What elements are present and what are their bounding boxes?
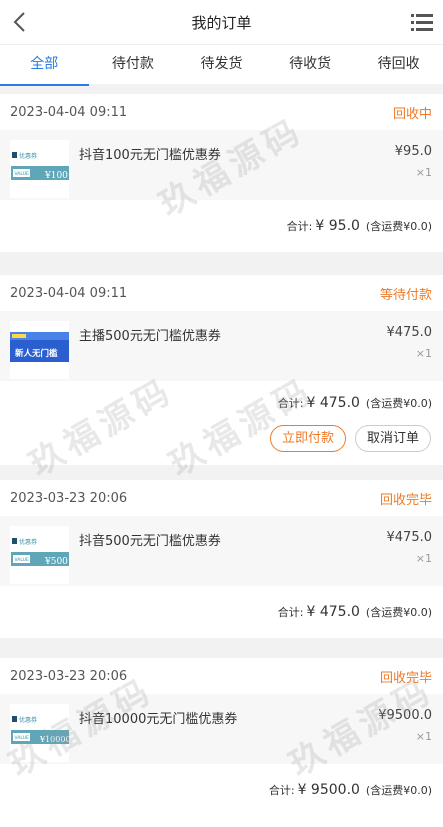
order-total: 合计: ¥ 95.0 (含运费¥0.0) xyxy=(0,200,443,252)
voucher-amount: ¥10000 xyxy=(39,735,69,744)
tab-pending-shipment[interactable]: 待发货 xyxy=(177,45,266,84)
product-name: 抖音500元无门槛优惠券 xyxy=(79,534,221,549)
order-status: 等待付款 xyxy=(379,287,432,303)
total-label: 合计: xyxy=(268,784,295,797)
product-thumbnail: 优惠券 VALUE ¥100 xyxy=(10,140,69,198)
order-header: 2023-04-04 09:11 等待付款 xyxy=(0,275,443,311)
total-label: 合计: xyxy=(277,606,304,619)
order-status: 回收完毕 xyxy=(379,670,432,686)
product-thumbnail: 优惠券 VALUE ¥500 xyxy=(10,526,69,584)
order-date: 2023-04-04 09:11 xyxy=(10,104,128,120)
order-item[interactable]: 新人无门槛 主播500元无门槛优惠券 ¥475.0 ×1 xyxy=(0,311,443,381)
tab-all[interactable]: 全部 xyxy=(0,45,89,86)
order-status: 回收完毕 xyxy=(379,492,432,508)
total-label: 合计: xyxy=(277,397,304,410)
product-quantity: ×1 xyxy=(415,166,432,179)
product-price: ¥475.0 xyxy=(386,530,433,545)
shipping-note: (含运费¥0.0) xyxy=(365,220,432,233)
order-card[interactable]: 2023-03-23 20:06 回收完毕 优惠券 VALUE ¥500 抖音5… xyxy=(0,480,443,638)
order-total: 合计: ¥ 475.0 (含运费¥0.0) xyxy=(0,586,443,638)
voucher-value-tag: VALUE xyxy=(15,557,29,563)
voucher-brand: 优惠券 xyxy=(19,152,37,160)
order-date: 2023-03-23 20:06 xyxy=(10,490,128,506)
order-actions: 立即付款 取消订单 xyxy=(0,425,443,465)
page-title: 我的订单 xyxy=(191,13,252,32)
product-quantity: ×1 xyxy=(415,552,432,565)
tab-pending-recycle[interactable]: 待回收 xyxy=(354,45,443,84)
order-card[interactable]: 2023-04-04 09:11 回收中 优惠券 VALUE ¥100 抖音10… xyxy=(0,94,443,252)
order-status: 回收中 xyxy=(392,106,432,122)
total-amount: ¥ 9500.0 xyxy=(297,782,360,798)
voucher-amount: ¥500 xyxy=(44,557,68,567)
pay-now-button[interactable]: 立即付款 xyxy=(269,425,346,452)
order-card[interactable]: 2023-04-04 09:11 等待付款 新人无门槛 主播500元无门槛优惠券… xyxy=(0,275,443,465)
shipping-note: (含运费¥0.0) xyxy=(365,397,432,410)
back-icon[interactable] xyxy=(6,8,32,36)
order-date: 2023-03-23 20:06 xyxy=(10,668,128,684)
tab-pending-payment[interactable]: 待付款 xyxy=(89,45,178,84)
product-name: 抖音100元无门槛优惠券 xyxy=(79,148,221,163)
product-thumbnail: 优惠券 VALUE ¥10000 xyxy=(10,704,71,762)
order-total: 合计: ¥ 9500.0 (含运费¥0.0) xyxy=(0,764,443,816)
tab-pending-receipt[interactable]: 待收货 xyxy=(266,45,355,84)
product-quantity: ×1 xyxy=(415,730,432,743)
voucher-value-tag: VALUE xyxy=(15,171,29,177)
order-item[interactable]: 优惠券 VALUE ¥100 抖音100元无门槛优惠券 ¥95.0 ×1 xyxy=(0,130,443,200)
top-bar: 我的订单 xyxy=(0,0,443,44)
voucher-brand: 优惠券 xyxy=(19,538,37,546)
product-name: 抖音10000元无门槛优惠券 xyxy=(79,712,238,727)
order-header: 2023-03-23 20:06 回收完毕 xyxy=(0,480,443,516)
total-amount: ¥ 95.0 xyxy=(315,218,360,234)
voucher-brand: 优惠券 xyxy=(19,716,37,724)
cancel-order-button[interactable]: 取消订单 xyxy=(354,425,431,452)
total-amount: ¥ 475.0 xyxy=(306,395,360,411)
total-label: 合计: xyxy=(286,220,313,233)
shipping-note: (含运费¥0.0) xyxy=(365,606,432,619)
product-price: ¥95.0 xyxy=(394,144,432,159)
voucher-title: 新人无门槛 xyxy=(15,348,58,359)
order-date: 2023-04-04 09:11 xyxy=(10,285,128,301)
order-header: 2023-03-23 20:06 回收完毕 xyxy=(0,658,443,694)
order-header: 2023-04-04 09:11 回收中 xyxy=(0,94,443,130)
menu-icon[interactable] xyxy=(411,12,433,32)
total-amount: ¥ 475.0 xyxy=(306,604,360,620)
product-price: ¥475.0 xyxy=(386,325,433,340)
order-tabs: 全部 待付款 待发货 待收货 待回收 xyxy=(0,44,443,86)
product-name: 主播500元无门槛优惠券 xyxy=(79,329,221,344)
order-total: 合计: ¥ 475.0 (含运费¥0.0) xyxy=(0,381,443,425)
product-price: ¥9500.0 xyxy=(378,708,432,723)
order-card[interactable]: 2023-03-23 20:06 回收完毕 优惠券 VALUE ¥10000 抖… xyxy=(0,658,443,827)
voucher-amount: ¥100 xyxy=(44,171,68,181)
product-thumbnail: 新人无门槛 xyxy=(10,321,69,379)
voucher-value-tag: VALUE xyxy=(15,735,29,741)
order-item[interactable]: 优惠券 VALUE ¥10000 抖音10000元无门槛优惠券 ¥9500.0 … xyxy=(0,694,443,764)
order-item[interactable]: 优惠券 VALUE ¥500 抖音500元无门槛优惠券 ¥475.0 ×1 xyxy=(0,516,443,586)
product-quantity: ×1 xyxy=(415,347,432,360)
shipping-note: (含运费¥0.0) xyxy=(365,784,432,797)
